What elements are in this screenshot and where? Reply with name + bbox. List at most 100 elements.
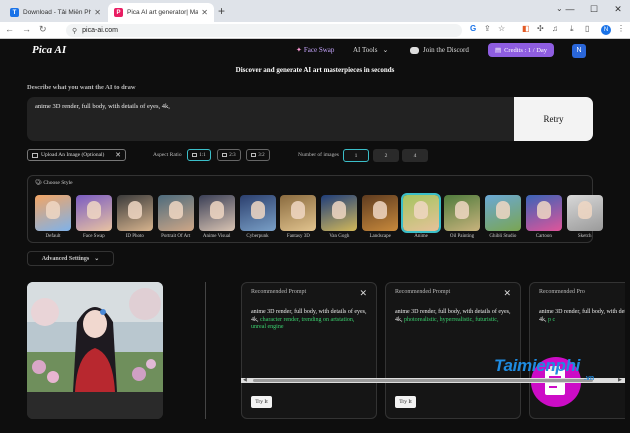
style-label: Fantasy 3D [286, 234, 310, 239]
chevron-down-icon: ⌄ [382, 46, 389, 54]
sidepanel-icon[interactable]: ▯ [585, 24, 589, 33]
style-preview-image [495, 201, 510, 219]
horizontal-scrollbar[interactable] [241, 378, 625, 383]
close-tab-icon[interactable]: ✕ [94, 8, 101, 17]
scroll-right-icon[interactable]: ▶ [618, 377, 622, 383]
new-tab-button[interactable]: + [218, 4, 225, 18]
retry-button[interactable]: Retry [514, 97, 593, 141]
chevron-down-icon: ⌄ [94, 256, 100, 262]
prompt-textarea[interactable]: anime 3D render, full body, with details… [27, 97, 515, 141]
url-text: pica-ai.com [82, 27, 118, 34]
upload-label: Upload An Image (Optional) [41, 152, 105, 158]
close-icon[interactable]: ✕ [115, 151, 121, 159]
style-preview-image [46, 201, 60, 219]
credits-button[interactable]: ▤ Credits : 1 / Day [488, 43, 554, 57]
extension-icon[interactable]: ◧ [522, 24, 530, 33]
style-label: Landscape [369, 234, 391, 239]
style-label: Anime [414, 234, 428, 239]
style-thumbnail[interactable] [566, 195, 603, 231]
palette-icon: 🎨︎ [35, 180, 42, 186]
style-preview-image [168, 201, 183, 219]
upload-image-button[interactable]: Upload An Image (Optional) ✕ [27, 149, 126, 161]
browser-tab-bar: T Download - Tải Miễn Phí VN - Ph ✕ P Pi… [0, 0, 630, 22]
menu-dots-icon[interactable]: ⋮ [617, 24, 625, 33]
style-thumbnail[interactable] [362, 195, 399, 231]
scrollbar-thumb[interactable] [253, 379, 593, 382]
style-thumbnail[interactable] [280, 195, 317, 231]
style-label: Cyberpunk [246, 234, 269, 239]
minimize-icon[interactable]: — [558, 0, 582, 22]
puzzle-icon[interactable]: ✣ [537, 24, 544, 33]
image-icon [32, 152, 38, 158]
sparkle-icon: ✦ [296, 46, 302, 54]
user-avatar[interactable]: N [572, 44, 586, 58]
style-picker: 🎨︎ Choose Style Default Face Swap ID Photo… [27, 175, 603, 243]
style-preview-image [455, 201, 469, 219]
close-icon[interactable]: ✕ [359, 288, 367, 299]
download-icon[interactable]: ⤓ [570, 24, 574, 34]
share-icon[interactable]: ⇪ [484, 24, 491, 33]
advanced-settings-label: Advanced Settings [41, 255, 90, 262]
num-images-4[interactable]: 4 [402, 149, 428, 162]
nav-face-swap[interactable]: ✦ Face Swap [296, 46, 334, 54]
vertical-divider [205, 282, 206, 419]
aspect-ratio-3-2[interactable]: 3:2 [246, 149, 270, 161]
aspect-ratio-1-1[interactable]: 1:1 [187, 149, 211, 161]
recommended-title: Recommended Pro [539, 289, 585, 295]
aspect-ratio-label: Aspect Ratio [153, 152, 182, 158]
style-preview-image [86, 201, 101, 219]
style-thumbnail[interactable] [157, 195, 194, 231]
generated-anime-girl-image [27, 282, 163, 419]
style-thumbnail[interactable] [116, 195, 153, 231]
style-thumbnail[interactable] [35, 195, 71, 231]
browser-tab-download[interactable]: T Download - Tải Miễn Phí VN - Ph ✕ [4, 3, 107, 22]
google-icon[interactable]: G [470, 24, 476, 33]
style-label: Sketch [577, 234, 592, 239]
style-thumbnail[interactable] [75, 195, 112, 231]
prompt-label: Describe what you want the AI to draw [27, 84, 136, 91]
try-it-button[interactable]: Try It [251, 396, 272, 408]
try-it-button[interactable]: Try It [395, 396, 416, 408]
nav-discord[interactable]: Join the Discord [410, 46, 469, 54]
maximize-icon[interactable]: ☐ [582, 0, 606, 22]
style-thumbnail[interactable] [198, 195, 235, 231]
browser-tab-pica[interactable]: P Pica AI art generator| Make AI Ar ✕ [108, 3, 214, 22]
style-label: Ghibli Studio [489, 234, 517, 239]
num-images-2[interactable]: 2 [373, 149, 399, 162]
back-arrow-icon[interactable]: ← [5, 24, 14, 34]
reload-icon[interactable]: ↻ [39, 24, 47, 35]
style-thumbnail[interactable] [321, 195, 358, 231]
generated-image-card[interactable] [27, 282, 163, 419]
nav-ai-tools[interactable]: AI Tools ⌄ [353, 46, 388, 54]
site-info-icon[interactable]: ⚲ [72, 27, 77, 35]
style-thumbnail[interactable] [444, 195, 480, 231]
watermark-suffix: .vn [584, 375, 595, 382]
style-label: Portrait Of Art [161, 234, 191, 239]
style-thumbnail[interactable] [525, 195, 562, 231]
close-tab-icon[interactable]: ✕ [201, 8, 208, 17]
forward-arrow-icon[interactable]: → [22, 24, 31, 34]
browser-profile-avatar[interactable]: N [601, 25, 611, 35]
style-thumbnail[interactable] [239, 195, 276, 231]
close-icon[interactable]: ✕ [503, 288, 511, 299]
scroll-left-icon[interactable]: ◀ [243, 377, 247, 383]
url-field[interactable]: ⚲ pica-ai.com [66, 24, 462, 37]
media-icon[interactable]: ♫ [552, 24, 558, 33]
choose-style-header: 🎨︎ Choose Style [35, 180, 73, 186]
discord-icon [410, 46, 419, 54]
window-controls: — ☐ ✕ [558, 0, 630, 22]
style-label: Default [45, 234, 61, 239]
style-preview-image [536, 201, 551, 219]
style-label: Face Swap [82, 234, 105, 239]
pica-ai-logo[interactable]: Pica AI [32, 44, 66, 56]
aspect-ratio-2-3[interactable]: 2:3 [217, 149, 241, 161]
style-thumbnail[interactable] [484, 195, 521, 231]
style-preview-image [250, 201, 265, 219]
close-window-icon[interactable]: ✕ [606, 0, 630, 22]
pica-favicon-icon: P [114, 8, 123, 17]
style-thumbnail[interactable] [401, 193, 442, 233]
recommended-prompt-card: Recommended Prompt ✕ anime 3D render, fu… [241, 282, 377, 419]
advanced-settings-toggle[interactable]: Advanced Settings ⌄ [27, 251, 114, 266]
num-images-1[interactable]: 1 [343, 149, 369, 162]
bookmark-star-icon[interactable]: ☆ [498, 24, 505, 33]
